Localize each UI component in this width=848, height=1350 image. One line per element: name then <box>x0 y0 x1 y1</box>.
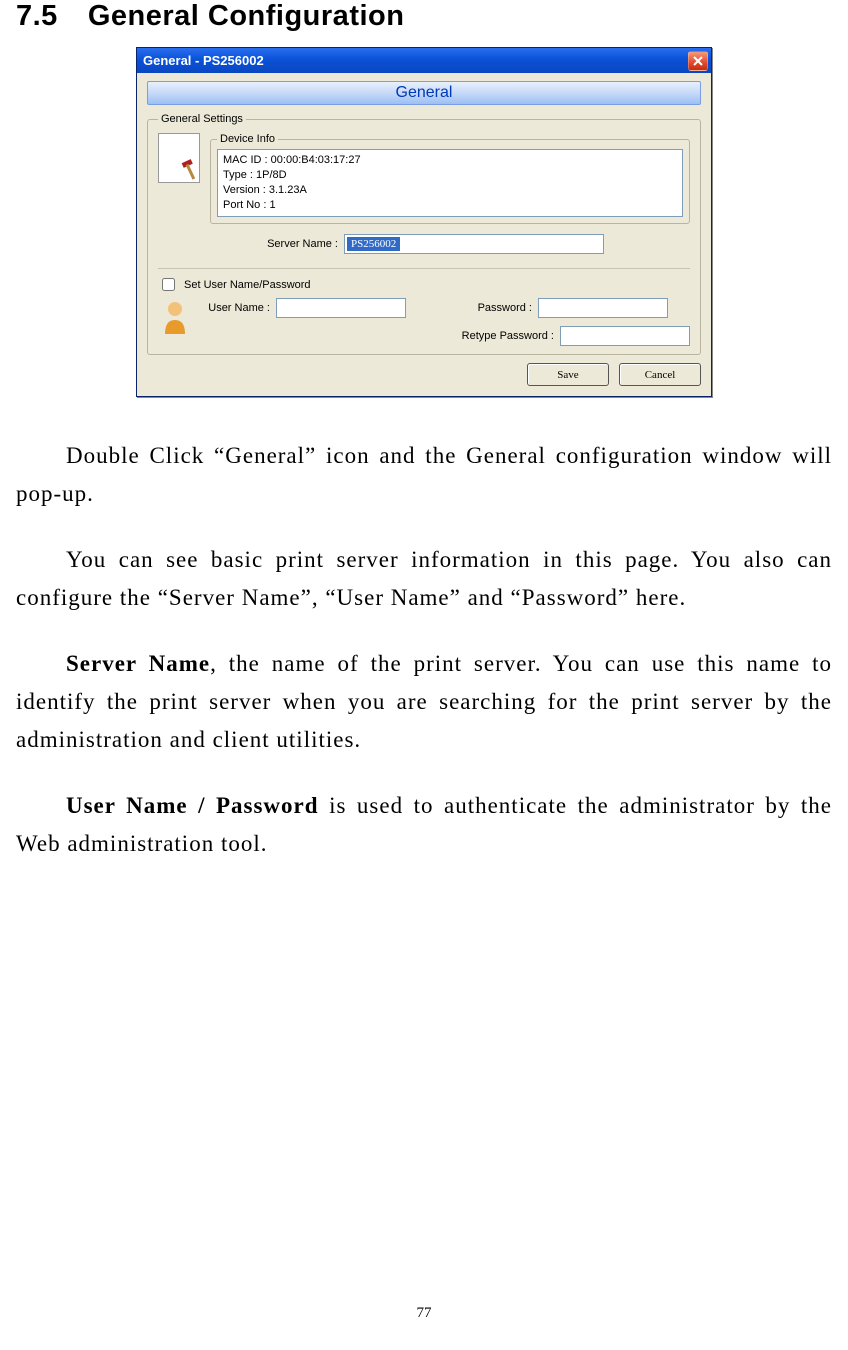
dialog-title: General - PS256002 <box>143 53 264 68</box>
section-title: General Configuration <box>88 0 405 32</box>
settings-thumbnail-icon <box>158 133 200 183</box>
password-label: Password : <box>432 302 532 314</box>
section-heading: 7.5 General Configuration <box>16 0 832 33</box>
user-icon <box>158 298 192 334</box>
close-icon[interactable] <box>688 51 708 71</box>
paragraph-1: Double Click “General” icon and the Gene… <box>16 437 832 513</box>
general-banner: General <box>147 81 701 105</box>
separator <box>158 268 690 269</box>
server-name-label: Server Name : <box>158 238 338 250</box>
version-line: Version : 3.1.23A <box>223 183 677 198</box>
general-dialog: General - PS256002 General General Setti… <box>136 47 712 397</box>
hammer-icon <box>179 158 205 186</box>
paragraph-2: You can see basic print server informati… <box>16 541 832 617</box>
retype-password-input[interactable] <box>560 326 690 346</box>
user-name-label: User Name : <box>200 302 270 314</box>
dialog-titlebar[interactable]: General - PS256002 <box>137 48 711 73</box>
general-settings-legend: General Settings <box>158 113 246 125</box>
type-line: Type : 1P/8D <box>223 168 677 183</box>
section-number: 7.5 <box>16 0 58 33</box>
device-info-group: Device Info MAC ID : 00:00:B4:03:17:27 T… <box>210 133 690 224</box>
cancel-button[interactable]: Cancel <box>619 363 701 386</box>
paragraph-3: Server Name, the name of the print serve… <box>16 645 832 759</box>
general-settings-group: General Settings Device Info <box>147 113 701 355</box>
server-name-input[interactable]: PS256002 <box>344 234 604 254</box>
device-info-box: MAC ID : 00:00:B4:03:17:27 Type : 1P/8D … <box>217 149 683 217</box>
password-input[interactable] <box>538 298 668 318</box>
server-name-value: PS256002 <box>347 237 400 251</box>
retype-password-label: Retype Password : <box>462 330 554 342</box>
set-user-password-checkbox[interactable] <box>162 278 175 291</box>
port-line: Port No : 1 <box>223 198 677 213</box>
page-number: 77 <box>0 1305 848 1322</box>
save-button[interactable]: Save <box>527 363 609 386</box>
paragraph-4: User Name / Password is used to authenti… <box>16 787 832 863</box>
document-body: Double Click “General” icon and the Gene… <box>16 437 832 862</box>
user-name-input[interactable] <box>276 298 406 318</box>
mac-id-line: MAC ID : 00:00:B4:03:17:27 <box>223 153 677 168</box>
device-info-legend: Device Info <box>217 133 278 145</box>
set-user-password-label: Set User Name/Password <box>184 279 311 291</box>
